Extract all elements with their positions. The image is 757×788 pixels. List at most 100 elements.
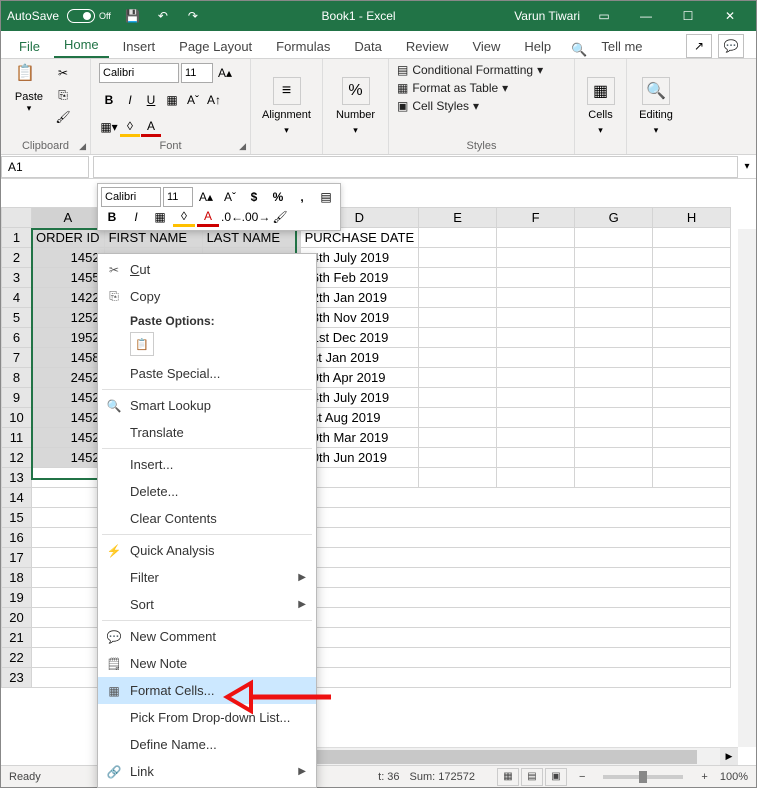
tab-home[interactable]: Home [54, 33, 109, 58]
cell[interactable]: 24th July 2019 [300, 388, 419, 408]
cell[interactable] [497, 368, 575, 388]
cell[interactable] [653, 468, 731, 488]
row-header[interactable]: 18 [2, 568, 32, 588]
cut-icon[interactable]: ✂ [53, 63, 73, 83]
zoom-out-button[interactable]: − [579, 771, 585, 783]
cm-sort[interactable]: Sort▶ [98, 591, 316, 618]
row-header[interactable]: 20 [2, 608, 32, 628]
mini-increase-decimal-icon[interactable]: .00→ [245, 207, 267, 227]
cm-paste-default[interactable]: 📋 [130, 332, 154, 356]
cell[interactable] [653, 448, 731, 468]
cell[interactable] [653, 228, 731, 248]
mini-size-select[interactable] [163, 187, 193, 207]
row-header[interactable]: 15 [2, 508, 32, 528]
cell[interactable] [575, 228, 653, 248]
fill-color-icon[interactable]: ◊ [120, 117, 140, 137]
cell[interactable] [419, 288, 497, 308]
cell[interactable]: 21st Dec 2019 [300, 328, 419, 348]
cell[interactable]: 1455 [32, 268, 105, 288]
cell[interactable]: 1452 [32, 448, 105, 468]
cm-cut[interactable]: ✂CuCutt [98, 256, 316, 283]
row-header[interactable]: 4 [2, 288, 32, 308]
cm-pick-from-list[interactable]: Pick From Drop-down List... [98, 704, 316, 731]
cell[interactable] [300, 468, 419, 488]
column-header[interactable]: E [419, 208, 497, 228]
search-icon[interactable]: 🔍 [571, 42, 587, 58]
cell[interactable] [419, 248, 497, 268]
formula-expand-icon[interactable]: ▾ [738, 161, 756, 172]
row-header[interactable]: 6 [2, 328, 32, 348]
cell[interactable] [497, 248, 575, 268]
cell[interactable] [575, 448, 653, 468]
alignment-icon[interactable]: ≡ [273, 77, 301, 105]
user-name[interactable]: Varun Tiwari [514, 9, 580, 23]
cell[interactable] [575, 348, 653, 368]
close-button[interactable]: ✕ [710, 1, 750, 31]
tab-help[interactable]: Help [514, 35, 561, 58]
ribbon-options-icon[interactable]: ▭ [584, 1, 624, 31]
cm-translate[interactable]: Translate [98, 419, 316, 446]
name-box[interactable] [1, 156, 89, 178]
mini-grow-font-icon[interactable]: A▴ [195, 187, 217, 207]
font-size-up-icon[interactable]: A↑ [204, 90, 224, 110]
cell[interactable] [653, 308, 731, 328]
mini-shrink-font-icon[interactable]: Aˇ [219, 187, 241, 207]
cell[interactable]: 1st Jan 2019 [300, 348, 419, 368]
cell[interactable]: 1952 [32, 328, 105, 348]
cm-paste-special[interactable]: Paste Special... [98, 360, 316, 387]
cell[interactable] [575, 308, 653, 328]
column-header[interactable]: H [653, 208, 731, 228]
save-icon[interactable]: 💾 [123, 6, 143, 26]
alignment-label[interactable]: Alignment [262, 109, 311, 121]
cell[interactable] [653, 388, 731, 408]
row-header[interactable]: 1 [2, 228, 32, 248]
cell[interactable]: 1252 [32, 308, 105, 328]
row-header[interactable]: 8 [2, 368, 32, 388]
tab-page-layout[interactable]: Page Layout [169, 35, 262, 58]
cm-smart-lookup[interactable]: 🔍Smart Lookup [98, 392, 316, 419]
maximize-button[interactable]: ☐ [668, 1, 708, 31]
cell[interactable] [653, 268, 731, 288]
cell[interactable]: 1452 [32, 248, 105, 268]
column-header[interactable]: A [32, 208, 105, 228]
cell[interactable] [419, 308, 497, 328]
cell[interactable] [497, 268, 575, 288]
cell[interactable] [575, 288, 653, 308]
zoom-slider[interactable] [603, 775, 683, 779]
cell[interactable] [32, 468, 105, 488]
row-header[interactable]: 11 [2, 428, 32, 448]
row-header[interactable]: 12 [2, 448, 32, 468]
cell[interactable]: 1st Aug 2019 [300, 408, 419, 428]
copy-icon[interactable]: ⎘ [53, 85, 73, 105]
cell[interactable] [419, 468, 497, 488]
cell[interactable]: 1452 [32, 428, 105, 448]
cm-format-cells[interactable]: ▦Format Cells... [98, 677, 316, 704]
row-header[interactable]: 10 [2, 408, 32, 428]
row-header[interactable]: 5 [2, 308, 32, 328]
cell[interactable] [497, 448, 575, 468]
row-header[interactable]: 3 [2, 268, 32, 288]
cell[interactable] [419, 228, 497, 248]
cell[interactable] [653, 248, 731, 268]
cm-insert[interactable]: Insert... [98, 451, 316, 478]
row-header[interactable]: 13 [2, 468, 32, 488]
cell[interactable]: 18th Nov 2019 [300, 308, 419, 328]
cell-styles-button[interactable]: ▣Cell Styles ▾ [397, 99, 566, 113]
cell[interactable]: 19th Apr 2019 [300, 368, 419, 388]
cell[interactable] [653, 288, 731, 308]
row-header[interactable]: 23 [2, 668, 32, 688]
share-button[interactable]: ↗ [686, 34, 712, 58]
editing-label[interactable]: Editing [639, 109, 673, 121]
cells-label[interactable]: Cells [588, 109, 612, 121]
redo-icon[interactable]: ↷ [183, 6, 203, 26]
cell[interactable] [419, 328, 497, 348]
tab-view[interactable]: View [462, 35, 510, 58]
mini-comma-icon[interactable]: , [291, 187, 313, 207]
number-format-icon[interactable]: % [342, 77, 370, 105]
cell[interactable]: 1422 [32, 288, 105, 308]
cm-new-note[interactable]: 🗒New Note [98, 650, 316, 677]
cell[interactable] [653, 348, 731, 368]
tab-insert[interactable]: Insert [113, 35, 166, 58]
cell[interactable] [419, 428, 497, 448]
format-as-table-button[interactable]: ▦Format as Table ▾ [397, 81, 566, 95]
